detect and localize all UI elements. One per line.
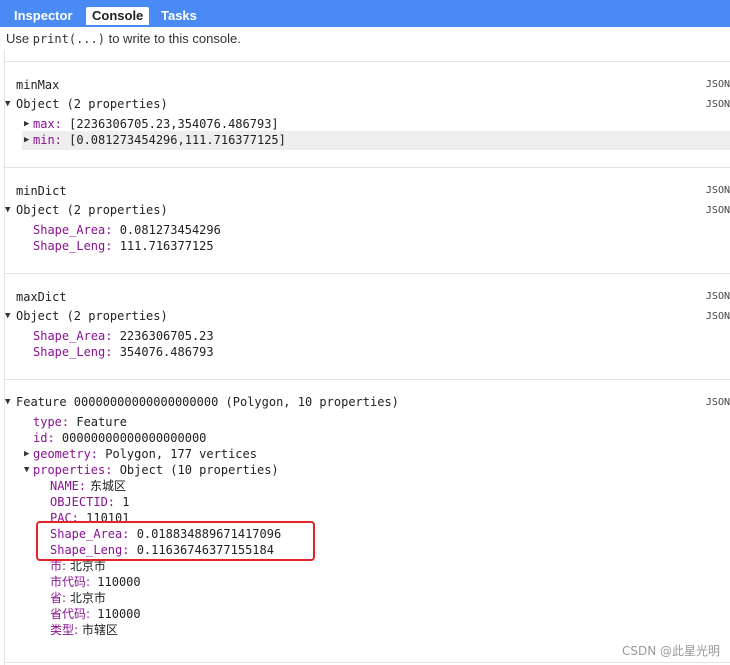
json-button[interactable]: JSON: [706, 185, 730, 196]
property-value: 00000000000000000000: [54, 431, 207, 445]
property-value: 东城区: [86, 479, 126, 493]
property-key: geometry:: [33, 447, 99, 461]
expand-triangle-icon[interactable]: ▼: [5, 96, 10, 112]
prop-city-code: 市代码: 110000: [50, 574, 141, 590]
property-key: id:: [33, 431, 55, 445]
property-key: Shape_Area:: [33, 223, 113, 237]
property-value: Polygon, 177 vertices: [98, 447, 257, 461]
feature-geometry[interactable]: geometry: Polygon, 177 vertices: [33, 446, 257, 462]
property-shape-leng: Shape_Leng: 111.716377125: [33, 238, 214, 254]
console-hint: Use print(...) to write to this console.: [6, 31, 241, 46]
divider: [4, 167, 730, 168]
expand-triangle-icon[interactable]: ▼: [24, 462, 29, 478]
feature-properties[interactable]: properties: Object (10 properties): [33, 462, 279, 478]
tab-console[interactable]: Console: [86, 7, 150, 25]
feature-summary[interactable]: Feature 00000000000000000000 (Polygon, 1…: [16, 394, 399, 410]
property-value: Object (10 properties): [112, 463, 279, 477]
property-value: 0.081273454296: [112, 223, 221, 237]
property-key: properties:: [33, 463, 113, 477]
object-summary[interactable]: Object (2 properties): [16, 202, 168, 218]
property-key: 市:: [50, 559, 67, 573]
console-left-border: [4, 50, 5, 665]
feature-type: type: Feature: [33, 414, 127, 430]
hint-prefix: Use: [6, 31, 33, 46]
property-value: [0.081273454296,111.716377125]: [61, 133, 286, 147]
divider: [4, 273, 730, 274]
property-value: 111.716377125: [112, 239, 214, 253]
json-button[interactable]: JSON: [706, 99, 730, 110]
property-shape-area: Shape_Area: 0.081273454296: [33, 222, 221, 238]
collapse-triangle-icon[interactable]: ▶: [24, 446, 29, 462]
tab-inspector[interactable]: Inspector: [8, 7, 79, 25]
collapse-triangle-icon[interactable]: ▶: [24, 132, 29, 148]
property-min[interactable]: min: [0.081273454296,111.716377125]: [33, 132, 286, 148]
property-max[interactable]: max: [2236306705.23,354076.486793]: [33, 116, 279, 132]
property-value: 北京市: [66, 591, 106, 605]
block-title-minmax: minMax: [16, 78, 60, 92]
expand-triangle-icon[interactable]: ▼: [5, 202, 10, 218]
prop-name: NAME: 东城区: [50, 478, 126, 494]
hint-suffix: to write to this console.: [104, 31, 241, 46]
json-button[interactable]: JSON: [706, 79, 730, 90]
json-button[interactable]: JSON: [706, 291, 730, 302]
collapse-triangle-icon[interactable]: ▶: [24, 116, 29, 132]
expand-triangle-icon[interactable]: ▼: [5, 308, 10, 324]
object-summary[interactable]: Object (2 properties): [16, 308, 168, 324]
property-key: 省:: [50, 591, 67, 605]
property-value: [2236306705.23,354076.486793]: [61, 117, 279, 131]
property-key: 市代码:: [50, 575, 91, 589]
property-value: 354076.486793: [112, 345, 214, 359]
json-button[interactable]: JSON: [706, 397, 730, 408]
property-value: 110000: [90, 607, 141, 621]
tab-tasks[interactable]: Tasks: [155, 7, 203, 25]
property-key: Shape_Leng:: [33, 345, 113, 359]
divider: [4, 61, 730, 62]
json-button[interactable]: JSON: [706, 205, 730, 216]
property-key: max:: [33, 117, 62, 131]
property-key: 省代码:: [50, 607, 91, 621]
expand-triangle-icon[interactable]: ▼: [5, 394, 10, 410]
property-shape-area: Shape_Area: 2236306705.23: [33, 328, 214, 344]
hint-code: print(...): [32, 32, 105, 46]
property-value: 市辖区: [78, 623, 118, 637]
prop-type: 类型: 市辖区: [50, 622, 118, 638]
watermark: CSDN @此星光明: [621, 644, 720, 658]
property-key: min:: [33, 133, 62, 147]
property-key: Shape_Area:: [33, 329, 113, 343]
property-shape-leng: Shape_Leng: 354076.486793: [33, 344, 214, 360]
property-key: OBJECTID:: [50, 495, 116, 509]
prop-objectid: OBJECTID: 1: [50, 494, 129, 510]
property-value: 110000: [90, 575, 141, 589]
block-title-maxdict: maxDict: [16, 290, 67, 304]
property-key: type:: [33, 415, 70, 429]
property-value: 1: [115, 495, 130, 509]
tab-bar: Inspector Console Tasks: [0, 0, 730, 27]
json-button[interactable]: JSON: [706, 311, 730, 322]
divider: [4, 662, 730, 663]
prop-province: 省: 北京市: [50, 590, 106, 606]
property-key: 类型:: [50, 623, 79, 637]
highlight-annotation-box: [36, 521, 315, 561]
feature-id: id: 00000000000000000000: [33, 430, 206, 446]
property-key: Shape_Leng:: [33, 239, 113, 253]
property-value: Feature: [69, 415, 127, 429]
property-value: 北京市: [66, 559, 106, 573]
divider: [4, 379, 730, 380]
prop-province-code: 省代码: 110000: [50, 606, 141, 622]
block-title-mindict: minDict: [16, 184, 67, 198]
object-summary[interactable]: Object (2 properties): [16, 96, 168, 112]
property-key: NAME:: [50, 479, 87, 493]
property-value: 2236306705.23: [112, 329, 214, 343]
